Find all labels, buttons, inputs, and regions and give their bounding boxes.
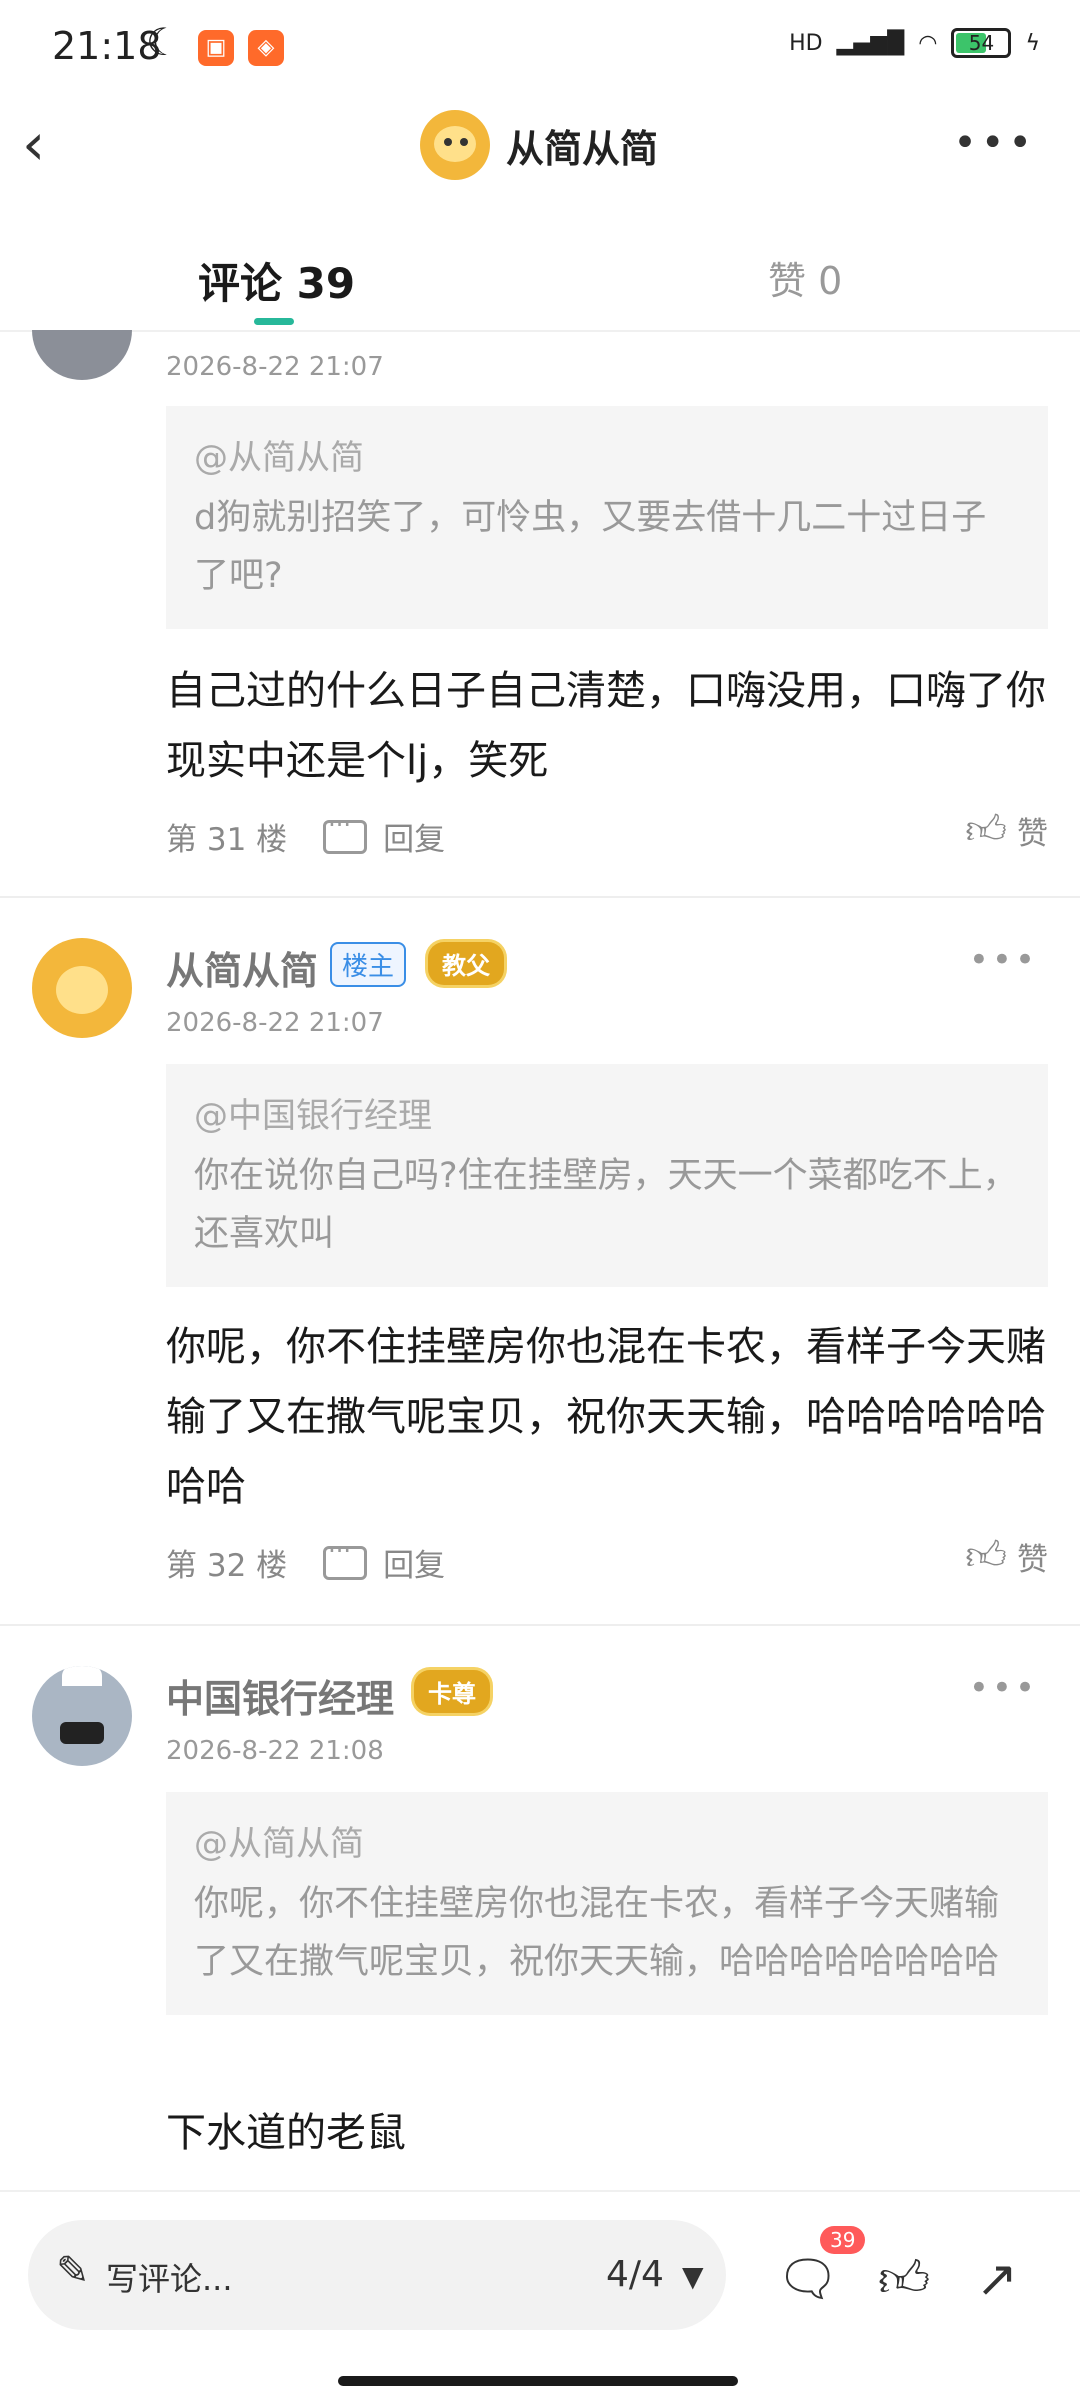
battery-icon: 54	[951, 28, 1012, 58]
reply-button[interactable]: 回复	[383, 1540, 445, 1585]
like-button[interactable]: 👍︎ 赞	[965, 1532, 1048, 1580]
comment-input[interactable]: ✎ 写评论... 4/4 ▼	[28, 2220, 726, 2330]
reply-icon[interactable]	[323, 811, 368, 854]
network-label: HD	[789, 30, 823, 56]
quoted-user: @从简从简	[194, 1824, 364, 1864]
wifi-icon: ◠	[918, 30, 938, 56]
pencil-icon: ✎	[56, 2248, 90, 2294]
comment-date: 2026-8-22 21:08	[166, 1736, 384, 1766]
quoted-comment[interactable]: @从简从简 d狗就别招笑了，可怜虫，又要去借十几二十过日子了吧?	[166, 406, 1048, 629]
thumbs-up-icon[interactable]: 👍︎	[878, 2250, 930, 2310]
tab-likes[interactable]: 赞 0	[768, 250, 842, 305]
comment-text: 自己过的什么日子自己清楚，口嗨没用，口嗨了你现实中还是个lj，笑死	[166, 668, 1046, 784]
bottom-bar: ✎ 写评论... 4/4 ▼ 🗨︎ 39 👍︎ ↗	[0, 2190, 1080, 2362]
quoted-user: @从简从简	[194, 438, 364, 478]
moon-icon: ☾	[146, 20, 181, 64]
divider	[0, 896, 1080, 898]
thumbs-up-icon: 👍︎	[965, 807, 1007, 853]
comment-date: 2026-8-22 21:07	[166, 1008, 384, 1038]
comment-input-placeholder: 写评论...	[106, 2260, 233, 2298]
avatar[interactable]	[420, 110, 490, 180]
avatar[interactable]	[32, 1666, 132, 1766]
share-icon[interactable]: ↗	[976, 2250, 1018, 2308]
tab-comments[interactable]: 评论 39	[198, 250, 355, 311]
status-right: HD ▂▄▆█ ◠ 54 ϟ	[789, 28, 1040, 58]
home-indicator[interactable]	[338, 2376, 738, 2386]
signal-icon: ▂▄▆█	[836, 30, 905, 56]
divider	[0, 1624, 1080, 1626]
header-title-group[interactable]: 从简从简	[420, 110, 658, 180]
status-bar: 21:18 ☾ ▣ ◈ HD ▂▄▆█ ◠ 54 ϟ	[0, 0, 1080, 96]
caret-down-icon[interactable]: ▼	[682, 2260, 704, 2293]
reply-button[interactable]: 回复	[383, 814, 445, 859]
comment-text: 下水道的老鼠	[166, 2110, 406, 2156]
reply-icon[interactable]	[323, 1537, 368, 1580]
quoted-user: @中国银行经理	[194, 1096, 432, 1136]
tab-bar: 评论 39 赞 0	[0, 196, 1080, 332]
avatar[interactable]	[32, 330, 132, 380]
quoted-text: 你呢，你不住挂壁房你也混在卡农，看样子今天赌输了又在撒气呢宝贝，祝你天天输，哈哈…	[194, 1884, 1000, 1982]
charging-icon: ϟ	[1025, 30, 1040, 56]
title-badge: 卡尊	[414, 1670, 490, 1713]
back-button[interactable]: ‹	[22, 110, 45, 178]
app-notification-icon: ▣	[198, 30, 234, 66]
avatar[interactable]	[32, 938, 132, 1038]
comment-text: 你呢，你不住挂壁房你也混在卡农，看样子今天赌输了又在撒气呢宝贝，祝你天天输，哈哈…	[166, 1324, 1046, 1510]
quoted-comment[interactable]: @从简从简 你呢，你不住挂壁房你也混在卡农，看样子今天赌输了又在撒气呢宝贝，祝你…	[166, 1792, 1048, 2015]
header: ‹ 从简从简 •••	[0, 96, 1080, 196]
thumbs-up-icon: 👍︎	[965, 1533, 1007, 1579]
page-title: 从简从简	[506, 126, 659, 171]
more-dots-icon[interactable]: •••	[969, 1668, 1038, 1708]
comment-count-badge: 39	[820, 2226, 866, 2254]
floor-number: 第 32 楼	[166, 1548, 288, 1584]
comment-username[interactable]: 中国银行经理	[166, 1668, 394, 1723]
floor-number: 第 31 楼	[166, 822, 288, 858]
title-badge: 教父	[428, 942, 504, 985]
like-button[interactable]: 👍︎ 赞	[965, 806, 1048, 854]
comment-username[interactable]: 从简从简	[166, 940, 318, 995]
comment-date: 2026-8-22 21:07	[166, 352, 384, 382]
page-indicator[interactable]: 4/4	[606, 2254, 664, 2295]
quoted-text: 你在说你自己吗?住在挂壁房，天天一个菜都吃不上，还喜欢叫	[194, 1156, 1018, 1254]
comment-meta: 第 32 楼 回复	[166, 1537, 445, 1585]
quoted-comment[interactable]: @中国银行经理 你在说你自己吗?住在挂壁房，天天一个菜都吃不上，还喜欢叫	[166, 1064, 1048, 1287]
app-notification-icon: ◈	[248, 30, 284, 66]
comment-meta: 第 31 楼 回复	[166, 811, 445, 859]
owner-badge: 楼主	[330, 942, 407, 987]
more-dots-icon[interactable]: •••	[969, 940, 1038, 980]
comment-list: 2026-8-22 21:07 @从简从简 d狗就别招笑了，可怜虫，又要去借十几…	[0, 330, 1080, 2190]
tab-indicator	[254, 318, 294, 325]
quoted-text: d狗就别招笑了，可怜虫，又要去借十几二十过日子了吧?	[194, 498, 987, 596]
more-dots-icon[interactable]: •••	[953, 120, 1036, 166]
comment-icon[interactable]: 🗨︎	[776, 2250, 839, 2309]
